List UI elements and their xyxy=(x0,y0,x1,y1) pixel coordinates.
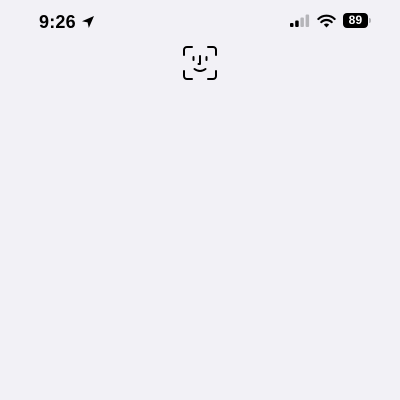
battery-level: 89 xyxy=(343,13,368,28)
location-arrow-icon xyxy=(81,15,95,29)
status-bar-right: 89 xyxy=(290,13,371,28)
status-bar-left: 9:26 xyxy=(39,11,95,33)
battery-icon: 89 xyxy=(343,13,371,28)
face-id-icon xyxy=(182,45,218,81)
status-time: 9:26 xyxy=(39,12,76,32)
status-bar: 9:26 89 xyxy=(0,0,400,46)
battery-cap xyxy=(369,18,371,23)
cellular-signal-icon xyxy=(290,14,310,27)
wifi-icon xyxy=(317,14,336,28)
